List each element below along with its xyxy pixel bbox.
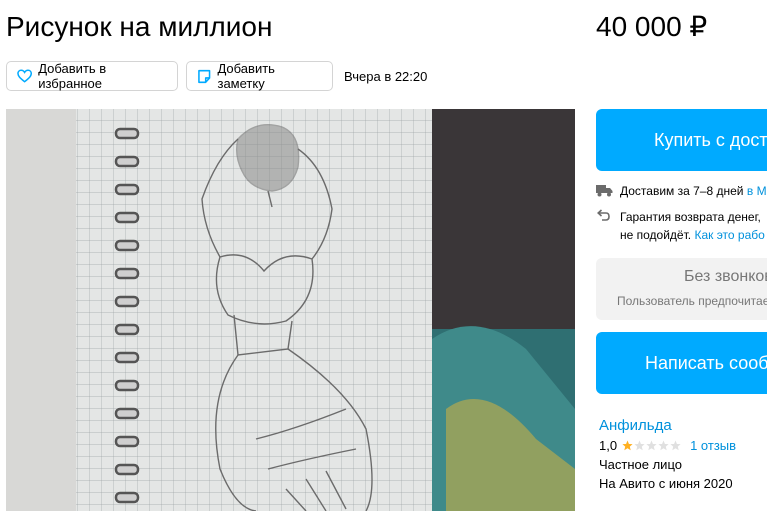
add-note-button[interactable]: Добавить заметку [186, 61, 333, 91]
guarantee-line-1: Гарантия возврата денег, [620, 210, 761, 224]
sidebar: Купить с доставкой Доставим за 7–8 дней … [596, 109, 767, 511]
posted-date: Вчера в 22:20 [344, 68, 428, 84]
no-calls-subtitle: Пользователь предпочитает сообщения [617, 294, 767, 308]
star-icon [646, 440, 657, 451]
truck-icon [596, 185, 613, 197]
note-icon [198, 69, 211, 83]
return-icon [597, 209, 610, 221]
star-icon [658, 440, 669, 451]
listing-photo[interactable] [6, 109, 575, 511]
photo-gallery[interactable] [6, 109, 575, 511]
delivery-text: Доставим за 7–8 дней [620, 184, 744, 198]
guarantee-line-2: не подойдёт. [620, 228, 692, 242]
seller-since: На Авито с июня 2020 [599, 476, 733, 491]
reviews-link[interactable]: 1 отзыв [690, 438, 736, 453]
delivery-city-link[interactable]: в М [747, 184, 767, 198]
star-icon [634, 440, 645, 451]
seller-type: Частное лицо [599, 457, 682, 472]
rating-stars [622, 440, 682, 451]
write-message-button[interactable]: Написать сообщение [596, 332, 767, 394]
buy-with-delivery-button[interactable]: Купить с доставкой [596, 109, 767, 171]
heart-icon [17, 69, 33, 83]
seller-rating: 1,0 1 отзыв [599, 438, 736, 453]
listing-title: Рисунок на миллион [6, 11, 273, 42]
rating-value: 1,0 [599, 438, 618, 453]
favorites-label: Добавить в избранное [38, 61, 107, 91]
no-calls-title: Без звонков [684, 268, 767, 285]
star-icon [670, 440, 681, 451]
guarantee-how-link[interactable]: Как это рабо [694, 228, 764, 242]
listing-price: 40 000 ₽ [596, 11, 708, 42]
star-icon [622, 440, 633, 451]
add-to-favorites-button[interactable]: Добавить в избранное [6, 61, 178, 91]
note-label: Добавить заметку [217, 61, 275, 91]
seller-name-link[interactable]: Анфильда [599, 417, 672, 434]
no-calls-panel: Без звонков Пользователь предпочитает со… [596, 258, 767, 320]
